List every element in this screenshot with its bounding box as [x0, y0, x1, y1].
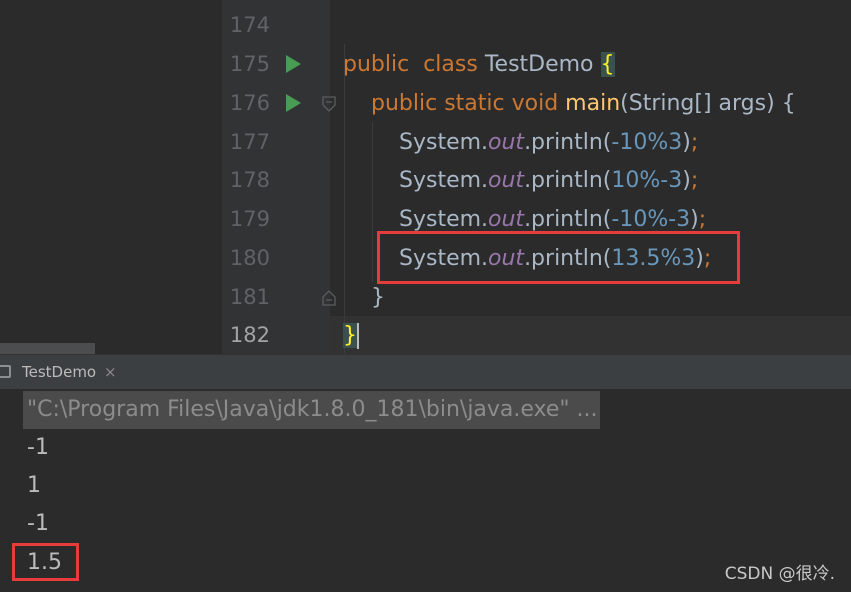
indent-guide [344, 44, 345, 354]
output-line: -1 [27, 511, 49, 536]
text-caret [357, 323, 359, 349]
gutter-row-179: 179 [222, 200, 330, 239]
keyword: public [371, 91, 438, 116]
annotation-highlight-box [12, 543, 79, 581]
operator: % [647, 130, 669, 155]
code-text: ) [682, 130, 691, 155]
matched-brace: } [343, 323, 357, 348]
semicolon: ; [690, 168, 699, 193]
keyword: static [444, 91, 505, 116]
static-field: out [488, 130, 525, 155]
line-number: 180 [229, 246, 270, 270]
number-literal: 10 [611, 168, 640, 193]
run-tab-bar: TestDemo × [0, 354, 851, 389]
console-icon [0, 365, 11, 378]
run-console[interactable]: "C:\Program Files\Java\jdk1.8.0_181\bin\… [0, 389, 851, 592]
code-line-178[interactable]: System.out.println(10%-3); [399, 161, 698, 200]
operator: % [647, 207, 669, 232]
matched-brace: { [600, 52, 615, 77]
gutter-row-176: 176 [222, 84, 336, 123]
semicolon: ; [690, 130, 699, 155]
code-text: System. [399, 130, 489, 155]
gutter-row-175: 175 [222, 45, 330, 84]
command-line: "C:\Program Files\Java\jdk1.8.0_181\bin\… [23, 391, 600, 429]
output-line: -1 [27, 435, 49, 460]
code-editor[interactable]: 174 175 176 177 178 179 180 181 182 publ… [0, 0, 851, 355]
code-text: .println( [524, 207, 612, 232]
code-line-176[interactable]: public static void main(String[] args) { [371, 84, 796, 123]
static-field: out [488, 207, 525, 232]
line-number-current: 182 [229, 323, 270, 347]
number-literal: -10 [611, 207, 648, 232]
gutter-row-178: 178 [222, 161, 330, 200]
annotation-highlight-box [377, 231, 740, 284]
line-number: 181 [229, 285, 270, 309]
code-line-175[interactable]: public class TestDemo { [343, 45, 615, 84]
method-name: main [565, 91, 621, 116]
code-text: ) [690, 207, 699, 232]
code-text: .println( [524, 168, 612, 193]
horizontal-scrollbar[interactable] [0, 343, 95, 354]
code-line-177[interactable]: System.out.println(-10%3); [399, 123, 698, 162]
output-line: 1 [27, 473, 41, 498]
code-line-182[interactable]: } [343, 316, 359, 355]
line-number: 178 [229, 168, 270, 192]
close-icon[interactable]: × [104, 355, 117, 389]
line-number: 176 [229, 91, 270, 115]
code-text: System. [399, 168, 489, 193]
operator: % [639, 168, 661, 193]
number-literal: -3 [660, 168, 683, 193]
line-number: 177 [229, 130, 270, 154]
parameters: (String[] args) { [620, 91, 796, 116]
editor-gutter: 174 175 176 177 178 179 180 181 182 [222, 0, 336, 355]
run-class-icon[interactable] [286, 55, 301, 73]
run-main-icon[interactable] [286, 94, 301, 112]
keyword: void [511, 91, 559, 116]
watermark: CSDN @很冷. [724, 564, 835, 584]
code-line-181[interactable]: } [371, 278, 385, 317]
indent-guide [372, 122, 373, 282]
gutter-row-174: 174 [222, 6, 330, 45]
code-text: .println( [524, 130, 612, 155]
fold-expand-icon[interactable] [321, 290, 337, 306]
line-number: 175 [229, 52, 270, 76]
fold-collapse-icon[interactable] [321, 96, 337, 112]
code-text: ) [682, 168, 691, 193]
number-literal: 3 [668, 130, 683, 155]
keyword: class [423, 52, 478, 77]
static-field: out [488, 168, 525, 193]
current-line-highlight [330, 316, 851, 355]
class-name: TestDemo [484, 52, 594, 77]
line-number: 179 [229, 207, 270, 231]
tab-testdemo[interactable]: TestDemo × [0, 355, 136, 389]
code-text: System. [399, 207, 489, 232]
number-literal: -10 [611, 130, 648, 155]
gutter-row-182: 182 [222, 316, 330, 355]
gutter-row-180: 180 [222, 239, 330, 278]
gutter-row-181: 181 [222, 278, 336, 317]
line-number: 174 [229, 13, 270, 37]
number-literal: -3 [668, 207, 691, 232]
keyword: public [343, 52, 410, 77]
project-panel [0, 0, 222, 354]
tab-label: TestDemo [22, 363, 97, 381]
closing-brace: } [371, 285, 385, 310]
gutter-row-177: 177 [222, 123, 330, 162]
semicolon: ; [698, 207, 707, 232]
